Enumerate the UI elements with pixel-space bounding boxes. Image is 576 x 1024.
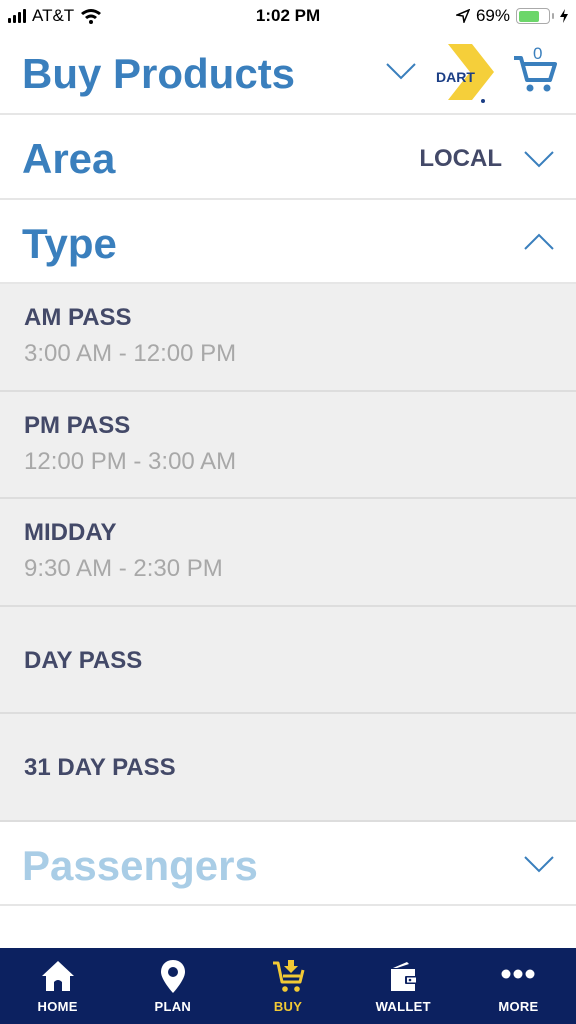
tab-label: BUY (273, 999, 303, 1014)
option-name: MIDDAY (24, 519, 117, 546)
type-option-pm-pass[interactable]: PM PASS 12:00 PM - 3:00 AM (0, 392, 576, 499)
option-name: 31 DAY PASS (24, 754, 176, 781)
tab-wallet[interactable]: WALLET (346, 948, 461, 1024)
option-name: PM PASS (24, 411, 131, 439)
chevron-down-icon[interactable] (524, 150, 554, 168)
wallet-icon (391, 962, 418, 991)
area-section[interactable]: Area LOCAL (0, 115, 576, 200)
type-option-midday[interactable]: MIDDAY 9:30 AM - 2:30 PM (0, 499, 576, 607)
tab-label: HOME (37, 999, 78, 1014)
battery-percent: 69% (475, 6, 510, 25)
map-pin-icon (160, 960, 185, 993)
type-option-31-day-pass[interactable]: 31 DAY PASS (0, 714, 576, 822)
tab-bar: HOME PLAN BUY WALLET MORE (0, 948, 576, 1024)
cart-count-badge: 0 (533, 44, 543, 63)
logo-text: DART (436, 69, 475, 85)
page-title: Buy Products (22, 50, 296, 97)
dart-logo: DART (434, 44, 496, 104)
tab-more[interactable]: MORE (461, 948, 576, 1024)
option-time: 3:00 AM - 12:00 PM (24, 340, 237, 367)
passengers-section[interactable]: Passengers (0, 822, 576, 906)
location-arrow-icon (455, 9, 470, 23)
option-name: DAY PASS (24, 646, 143, 674)
tab-home[interactable]: HOME (0, 948, 115, 1024)
chevron-up-icon[interactable] (524, 233, 554, 251)
tab-label: MORE (498, 999, 539, 1014)
charging-bolt-icon (560, 9, 568, 23)
tab-label: WALLET (375, 999, 431, 1014)
type-section[interactable]: Type (0, 200, 576, 284)
tab-label: PLAN (154, 999, 192, 1014)
type-option-am-pass[interactable]: AM PASS 3:00 AM - 12:00 PM (0, 284, 576, 392)
passengers-title: Passengers (22, 842, 258, 889)
area-title: Area (22, 135, 116, 182)
cart-download-icon (273, 960, 305, 992)
header: Buy Products DART 0 (0, 32, 576, 115)
tab-buy[interactable]: BUY (230, 948, 345, 1024)
type-title: Type (22, 220, 117, 267)
option-name: AM PASS (24, 304, 132, 331)
header-dropdown-chevron-down-icon[interactable] (386, 62, 416, 80)
more-icon (501, 969, 535, 979)
type-options-list: AM PASS 3:00 AM - 12:00 PM PM PASS 12:00… (0, 284, 576, 822)
area-value: LOCAL (419, 145, 502, 172)
home-icon (41, 961, 74, 991)
status-bar: AT&T 1:02 PM 69% (0, 0, 576, 32)
chevron-down-icon[interactable] (524, 855, 554, 873)
tab-plan[interactable]: PLAN (115, 948, 230, 1024)
option-time: 12:00 PM - 3:00 AM (24, 447, 237, 475)
type-option-day-pass[interactable]: DAY PASS (0, 607, 576, 714)
option-time: 9:30 AM - 2:30 PM (24, 555, 223, 582)
battery-icon (516, 8, 554, 24)
